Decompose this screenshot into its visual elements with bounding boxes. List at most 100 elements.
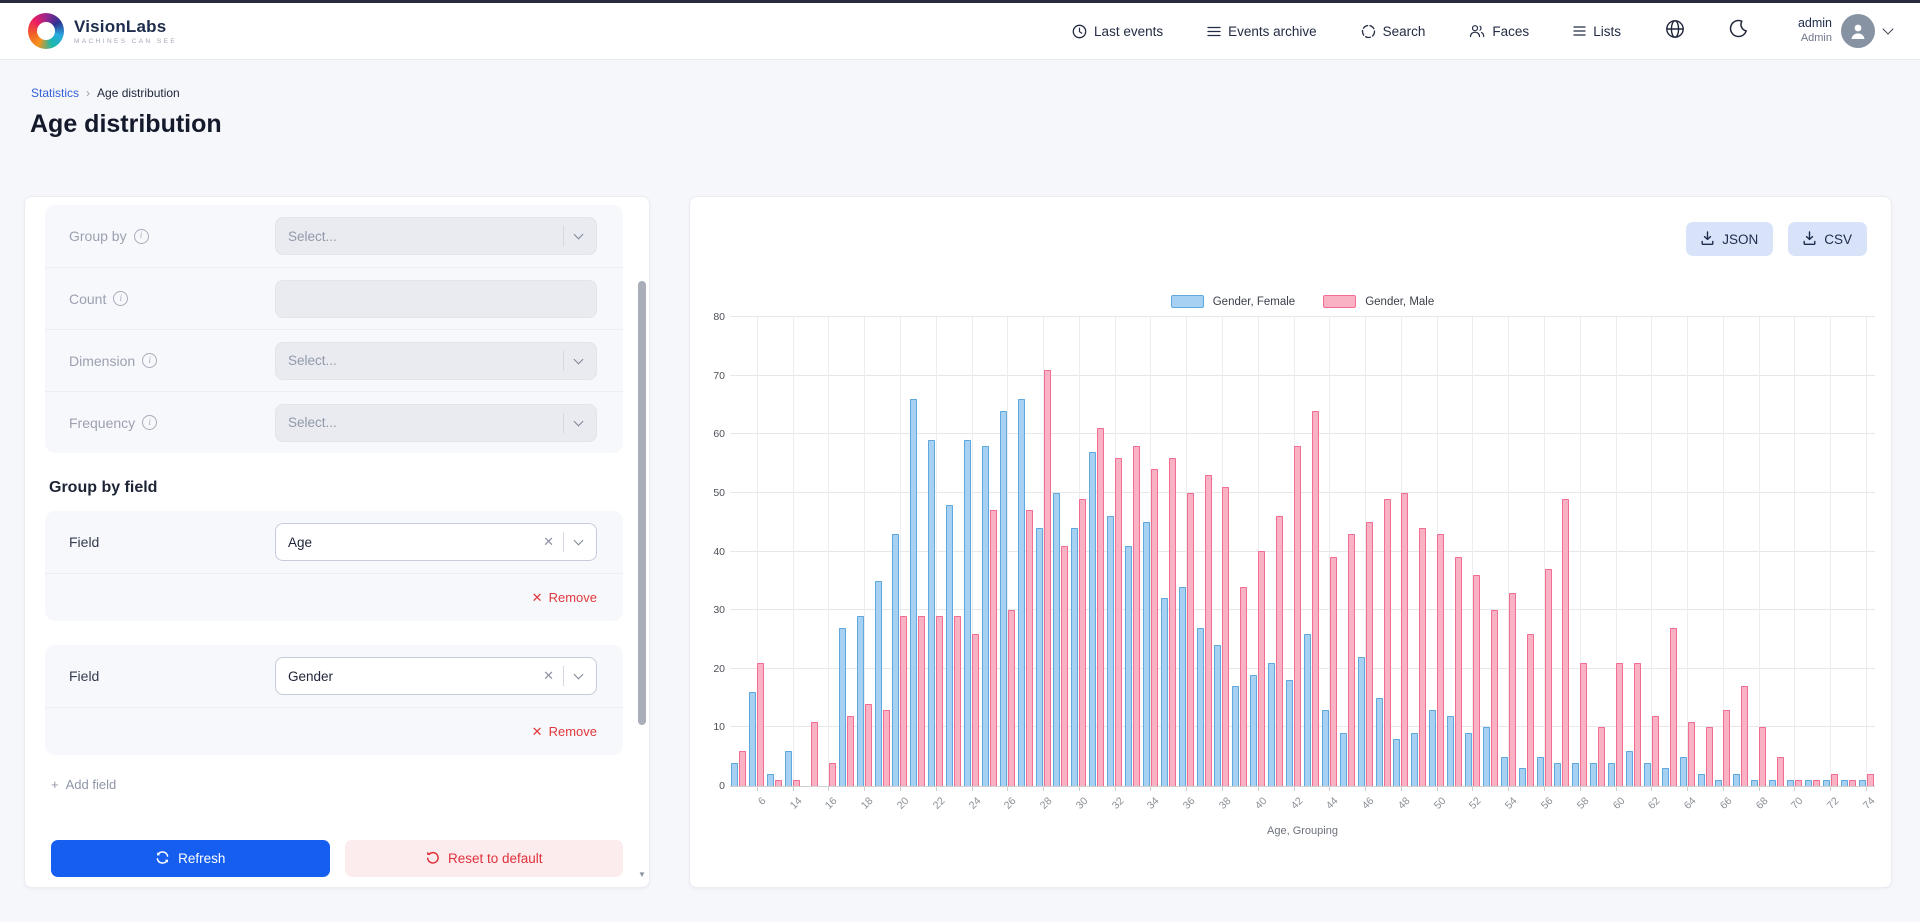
- bar-group: [1410, 317, 1428, 786]
- nav-label: Events archive: [1228, 24, 1317, 39]
- bar-male: [1473, 575, 1480, 786]
- clock-icon: [1072, 24, 1087, 39]
- bar-male: [1097, 428, 1104, 786]
- nav-events-archive[interactable]: Events archive: [1207, 24, 1317, 39]
- bar-female: [1465, 733, 1472, 786]
- bar-group: [1303, 317, 1321, 786]
- bar-female: [839, 628, 846, 786]
- bar-group: [1732, 317, 1750, 786]
- count-input[interactable]: [275, 280, 597, 318]
- bar-female: [1322, 710, 1329, 786]
- dark-mode-toggle[interactable]: [1729, 19, 1748, 43]
- bar-male: [1849, 780, 1856, 786]
- brand-logo[interactable]: VisionLabs MACHINES CAN SEE: [28, 13, 177, 49]
- x-tick: [1222, 786, 1223, 791]
- x-tick: [1186, 786, 1187, 791]
- info-icon[interactable]: i: [134, 229, 149, 244]
- bar-group: [1464, 317, 1482, 786]
- group-by-select[interactable]: Select...: [275, 217, 597, 255]
- download-json-button[interactable]: JSON: [1686, 222, 1773, 256]
- bar-group: [909, 317, 927, 786]
- bar-male: [1562, 499, 1569, 786]
- nav-label: Last events: [1094, 24, 1163, 39]
- bar-female: [1214, 645, 1221, 786]
- clear-icon[interactable]: ✕: [539, 668, 563, 684]
- bar-group: [748, 317, 766, 786]
- bar-female: [1608, 763, 1615, 786]
- bar-male: [1813, 780, 1820, 786]
- bar-female: [1250, 675, 1257, 786]
- chart-card: JSON CSV Gender, Female Gender, Male 010…: [689, 196, 1892, 888]
- chevron-down-icon: [574, 354, 584, 364]
- breadcrumb-statistics[interactable]: Statistics: [31, 86, 79, 100]
- remove-x-icon: ✕: [532, 724, 543, 740]
- bar-female: [1393, 739, 1400, 786]
- reset-to-default-button[interactable]: Reset to default: [345, 840, 624, 877]
- info-icon[interactable]: i: [142, 353, 157, 368]
- add-field-button[interactable]: + Add field: [51, 777, 623, 792]
- x-tick: [972, 786, 973, 791]
- info-icon[interactable]: i: [142, 415, 157, 430]
- dimension-select[interactable]: Select...: [275, 342, 597, 380]
- download-csv-button[interactable]: CSV: [1788, 222, 1867, 256]
- bar-male: [972, 634, 979, 786]
- bar-group: [1660, 317, 1678, 786]
- bar-male: [1580, 663, 1587, 786]
- bar-male: [1384, 499, 1391, 786]
- panel-scrollbar[interactable]: ▼: [638, 203, 646, 879]
- y-tick-label: 10: [692, 721, 725, 733]
- bar-male: [900, 616, 907, 786]
- remove-field-button[interactable]: ✕ Remove: [532, 724, 597, 740]
- bar-group: [1106, 317, 1124, 786]
- nav-lists[interactable]: Lists: [1573, 24, 1621, 39]
- x-tick: [793, 786, 794, 791]
- bar-female: [1286, 680, 1293, 786]
- bar-female: [1662, 768, 1669, 786]
- bar-female: [1268, 663, 1275, 786]
- bar-group: [1267, 317, 1285, 786]
- bar-male: [847, 716, 854, 786]
- bar-group: [1446, 317, 1464, 786]
- bar-female: [1447, 716, 1454, 786]
- json-label: JSON: [1722, 232, 1758, 247]
- remove-field-button[interactable]: ✕ Remove: [532, 590, 597, 606]
- info-icon[interactable]: i: [113, 291, 128, 306]
- bar-group: [1428, 317, 1446, 786]
- refresh-button[interactable]: Refresh: [51, 840, 330, 877]
- nav-last-events[interactable]: Last events: [1072, 24, 1163, 39]
- moon-icon: [1729, 19, 1748, 43]
- legend-item-female[interactable]: Gender, Female: [1171, 295, 1295, 308]
- add-field-label: Add field: [66, 777, 117, 792]
- bar-male: [1240, 587, 1247, 786]
- field-select-gender[interactable]: Gender ✕: [275, 657, 597, 695]
- bar-female: [1125, 546, 1132, 786]
- scrollbar-thumb[interactable]: [638, 281, 646, 725]
- bar-female: [875, 581, 882, 786]
- field-select-age[interactable]: Age ✕: [275, 523, 597, 561]
- chevron-down-icon: [574, 230, 584, 240]
- x-tick: [1365, 786, 1366, 791]
- nav-search[interactable]: Search: [1361, 24, 1426, 39]
- nav-faces[interactable]: Faces: [1469, 24, 1529, 39]
- clear-icon[interactable]: ✕: [539, 534, 563, 550]
- legend-item-male[interactable]: Gender, Male: [1323, 295, 1434, 308]
- x-tick: [1651, 786, 1652, 791]
- bar-male: [1706, 727, 1713, 786]
- bar-female: [1590, 763, 1597, 786]
- brand-name: VisionLabs: [74, 17, 177, 37]
- bar-female: [1501, 757, 1508, 786]
- bar-male: [1044, 370, 1051, 786]
- language-globe-button[interactable]: [1665, 19, 1685, 44]
- bar-male: [1115, 458, 1122, 786]
- frequency-select[interactable]: Select...: [275, 404, 597, 442]
- user-menu[interactable]: admin Admin: [1798, 14, 1892, 48]
- select-value: Age: [288, 535, 312, 550]
- x-axis-title: Age, Grouping: [730, 825, 1875, 837]
- remove-label: Remove: [549, 724, 597, 739]
- bar-group: [1338, 317, 1356, 786]
- bar-male: [883, 710, 890, 786]
- scrollbar-down-arrow[interactable]: ▼: [638, 870, 646, 879]
- bar-group: [1499, 317, 1517, 786]
- y-tick-label: 40: [692, 546, 725, 558]
- bar-male: [793, 780, 800, 786]
